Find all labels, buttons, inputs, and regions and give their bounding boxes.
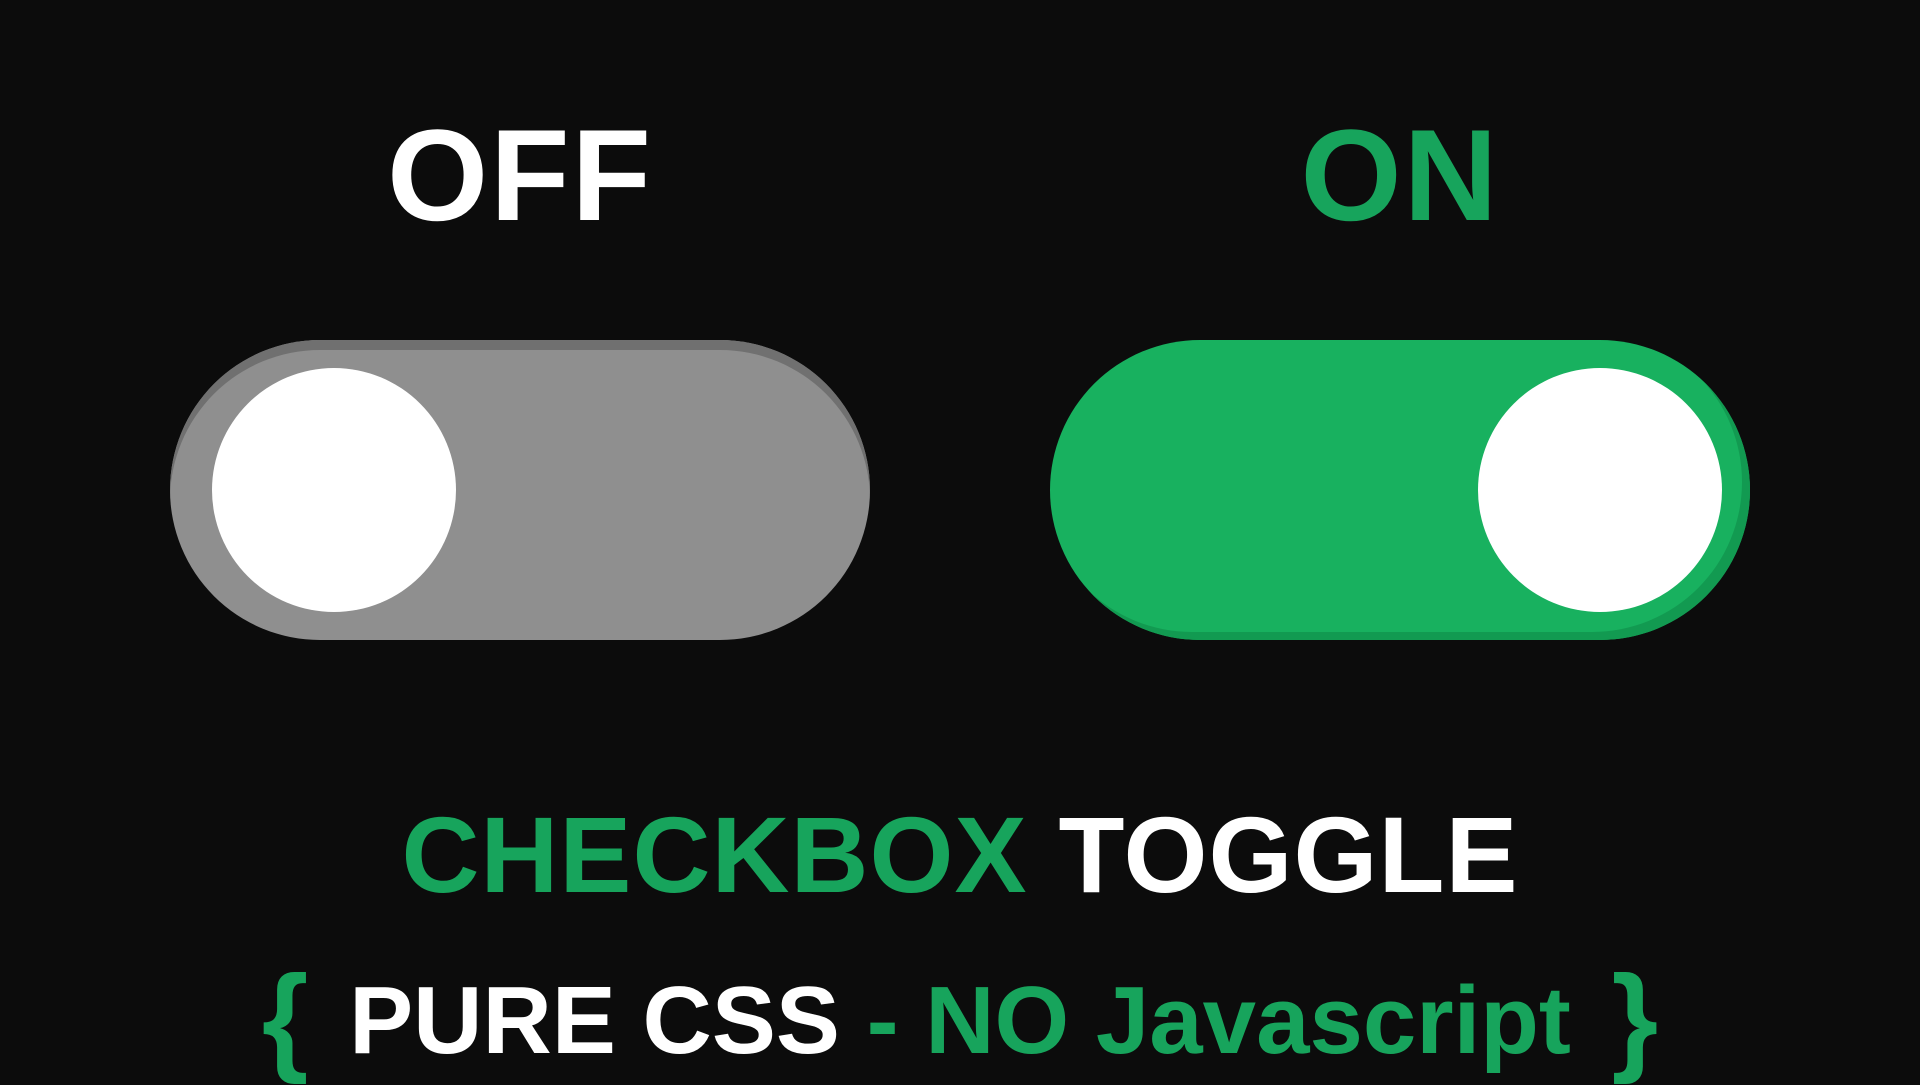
headline-row-2: { PURE CSS - NO Javascript }: [248, 940, 1673, 1084]
off-label: OFF: [387, 100, 653, 250]
brace-close-icon: }: [1598, 951, 1673, 1085]
toggle-thumb-icon: [212, 368, 456, 612]
toggle-off-column: OFF: [170, 100, 870, 640]
headline-pure-css: PURE CSS: [349, 967, 840, 1074]
on-label: ON: [1301, 100, 1500, 250]
headline-no-js: NO Javascript: [925, 967, 1571, 1074]
headline-dash: -: [867, 967, 899, 1074]
toggle-thumb-icon: [1478, 368, 1722, 612]
toggle-on-column: ON: [1050, 100, 1750, 640]
brace-open-icon: {: [248, 951, 323, 1085]
headline: CHECKBOX TOGGLE { PURE CSS - NO Javascri…: [248, 790, 1673, 1084]
headline-word-toggle: TOGGLE: [1059, 794, 1519, 915]
toggle-switch-on[interactable]: [1050, 340, 1750, 640]
headline-row-1: CHECKBOX TOGGLE: [248, 790, 1673, 920]
toggles-row: OFF ON: [0, 100, 1920, 640]
toggle-switch-off[interactable]: [170, 340, 870, 640]
headline-word-checkbox: CHECKBOX: [401, 794, 1027, 915]
